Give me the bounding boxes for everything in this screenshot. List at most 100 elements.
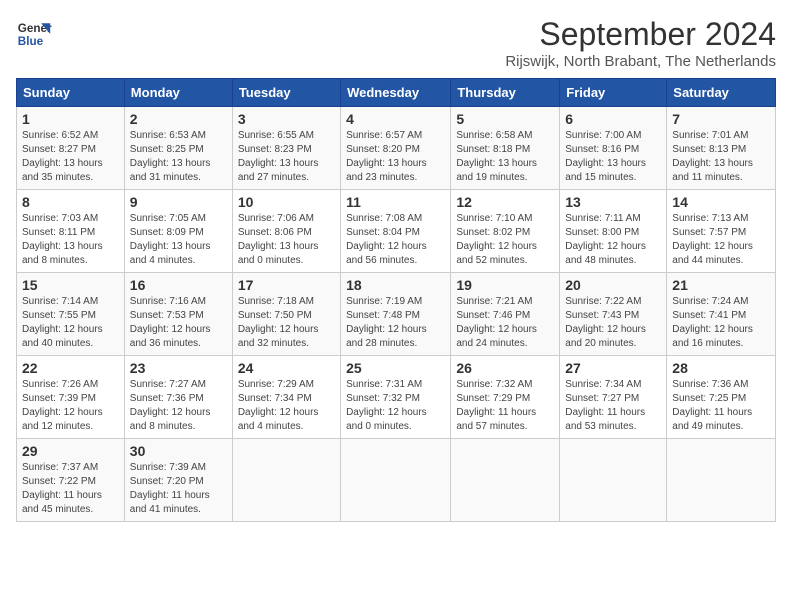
calendar-cell (560, 439, 667, 522)
calendar-cell: 17 Sunrise: 7:18 AMSunset: 7:50 PMDayligh… (232, 273, 340, 356)
calendar-cell: 9 Sunrise: 7:05 AMSunset: 8:09 PMDaylight… (124, 190, 232, 273)
calendar-cell: 2 Sunrise: 6:53 AMSunset: 8:25 PMDaylight… (124, 107, 232, 190)
day-detail: Sunrise: 7:06 AMSunset: 8:06 PMDaylight:… (238, 212, 335, 268)
day-number: 16 (130, 277, 227, 293)
header-wednesday: Wednesday (341, 79, 451, 107)
day-detail: Sunrise: 7:36 AMSunset: 7:25 PMDaylight:… (672, 378, 770, 434)
day-detail: Sunrise: 7:31 AMSunset: 7:32 PMDaylight:… (346, 378, 445, 434)
calendar-cell: 19 Sunrise: 7:21 AMSunset: 7:46 PMDayligh… (451, 273, 560, 356)
calendar-cell: 18 Sunrise: 7:19 AMSunset: 7:48 PMDayligh… (341, 273, 451, 356)
location-subtitle: Rijswijk, North Brabant, The Netherlands (505, 53, 776, 70)
calendar-cell: 14 Sunrise: 7:13 AMSunset: 7:57 PMDayligh… (667, 190, 776, 273)
day-number: 23 (130, 360, 227, 376)
logo-icon: General Blue (16, 16, 52, 52)
day-number: 30 (130, 443, 227, 459)
day-detail: Sunrise: 7:27 AMSunset: 7:36 PMDaylight:… (130, 378, 227, 434)
day-number: 20 (565, 277, 661, 293)
calendar-cell (451, 439, 560, 522)
day-number: 25 (346, 360, 445, 376)
logo: General Blue (16, 16, 52, 52)
calendar-cell: 5 Sunrise: 6:58 AMSunset: 8:18 PMDaylight… (451, 107, 560, 190)
calendar-cell: 26 Sunrise: 7:32 AMSunset: 7:29 PMDayligh… (451, 356, 560, 439)
calendar-cell: 16 Sunrise: 7:16 AMSunset: 7:53 PMDayligh… (124, 273, 232, 356)
day-detail: Sunrise: 7:00 AMSunset: 8:16 PMDaylight:… (565, 129, 661, 185)
day-detail: Sunrise: 7:18 AMSunset: 7:50 PMDaylight:… (238, 295, 335, 351)
day-number: 13 (565, 194, 661, 210)
day-detail: Sunrise: 7:08 AMSunset: 8:04 PMDaylight:… (346, 212, 445, 268)
day-detail: Sunrise: 7:19 AMSunset: 7:48 PMDaylight:… (346, 295, 445, 351)
day-detail: Sunrise: 7:32 AMSunset: 7:29 PMDaylight:… (456, 378, 554, 434)
day-detail: Sunrise: 7:34 AMSunset: 7:27 PMDaylight:… (565, 378, 661, 434)
day-number: 27 (565, 360, 661, 376)
day-detail: Sunrise: 6:57 AMSunset: 8:20 PMDaylight:… (346, 129, 445, 185)
header-monday: Monday (124, 79, 232, 107)
day-detail: Sunrise: 7:13 AMSunset: 7:57 PMDaylight:… (672, 212, 770, 268)
calendar-cell: 25 Sunrise: 7:31 AMSunset: 7:32 PMDayligh… (341, 356, 451, 439)
calendar-week-5: 29Sunrise: 7:37 AMSunset: 7:22 PMDayligh… (17, 439, 776, 522)
calendar-cell: 27 Sunrise: 7:34 AMSunset: 7:27 PMDayligh… (560, 356, 667, 439)
days-header-row: Sunday Monday Tuesday Wednesday Thursday… (17, 79, 776, 107)
day-number: 11 (346, 194, 445, 210)
day-detail: Sunrise: 7:01 AMSunset: 8:13 PMDaylight:… (672, 129, 770, 185)
day-number: 2 (130, 111, 227, 127)
day-number: 22 (22, 360, 119, 376)
day-detail: Sunrise: 6:53 AMSunset: 8:25 PMDaylight:… (130, 129, 227, 185)
calendar-week-2: 8Sunrise: 7:03 AMSunset: 8:11 PMDaylight… (17, 190, 776, 273)
day-detail: Sunrise: 7:05 AMSunset: 8:09 PMDaylight:… (130, 212, 227, 268)
day-number: 3 (238, 111, 335, 127)
calendar-cell (232, 439, 340, 522)
svg-text:Blue: Blue (18, 35, 44, 48)
calendar-cell: 30 Sunrise: 7:39 AMSunset: 7:20 PMDayligh… (124, 439, 232, 522)
header-tuesday: Tuesday (232, 79, 340, 107)
day-number: 26 (456, 360, 554, 376)
calendar-cell: 22 Sunrise: 7:26 AMSunset: 7:39 PMDayligh… (17, 356, 125, 439)
calendar-week-4: 22 Sunrise: 7:26 AMSunset: 7:39 PMDayligh… (17, 356, 776, 439)
day-number: 12 (456, 194, 554, 210)
day-detail: Sunrise: 7:11 AMSunset: 8:00 PMDaylight:… (565, 212, 661, 268)
day-number: 7 (672, 111, 770, 127)
calendar-cell: 8Sunrise: 7:03 AMSunset: 8:11 PMDaylight… (17, 190, 125, 273)
day-detail: Sunrise: 7:26 AMSunset: 7:39 PMDaylight:… (22, 378, 119, 434)
day-number: 18 (346, 277, 445, 293)
day-detail: Sunrise: 7:24 AMSunset: 7:41 PMDaylight:… (672, 295, 770, 351)
calendar-cell: 1 Sunrise: 6:52 AMSunset: 8:27 PMDaylight… (17, 107, 125, 190)
header-saturday: Saturday (667, 79, 776, 107)
calendar-cell: 21 Sunrise: 7:24 AMSunset: 7:41 PMDayligh… (667, 273, 776, 356)
calendar-cell: 24Sunrise: 7:29 AMSunset: 7:34 PMDayligh… (232, 356, 340, 439)
header-thursday: Thursday (451, 79, 560, 107)
day-detail: Sunrise: 7:39 AMSunset: 7:20 PMDaylight:… (130, 461, 227, 517)
calendar-cell: 3 Sunrise: 6:55 AMSunset: 8:23 PMDaylight… (232, 107, 340, 190)
day-number: 15 (22, 277, 119, 293)
calendar-cell (341, 439, 451, 522)
day-detail: Sunrise: 6:52 AMSunset: 8:27 PMDaylight:… (22, 129, 119, 185)
header-friday: Friday (560, 79, 667, 107)
day-number: 9 (130, 194, 227, 210)
day-detail: Sunrise: 6:58 AMSunset: 8:18 PMDaylight:… (456, 129, 554, 185)
calendar-cell: 23 Sunrise: 7:27 AMSunset: 7:36 PMDayligh… (124, 356, 232, 439)
day-detail: Sunrise: 7:22 AMSunset: 7:43 PMDaylight:… (565, 295, 661, 351)
day-number: 21 (672, 277, 770, 293)
day-number: 14 (672, 194, 770, 210)
calendar-week-1: 1 Sunrise: 6:52 AMSunset: 8:27 PMDaylight… (17, 107, 776, 190)
day-number: 6 (565, 111, 661, 127)
day-detail: Sunrise: 7:10 AMSunset: 8:02 PMDaylight:… (456, 212, 554, 268)
calendar-cell: 13 Sunrise: 7:11 AMSunset: 8:00 PMDayligh… (560, 190, 667, 273)
calendar-cell: 4Sunrise: 6:57 AMSunset: 8:20 PMDaylight… (341, 107, 451, 190)
calendar-cell (667, 439, 776, 522)
day-detail: Sunrise: 7:29 AMSunset: 7:34 PMDaylight:… (238, 378, 335, 434)
day-detail: Sunrise: 6:55 AMSunset: 8:23 PMDaylight:… (238, 129, 335, 185)
header-sunday: Sunday (17, 79, 125, 107)
day-number: 1 (22, 111, 119, 127)
day-number: 28 (672, 360, 770, 376)
calendar-cell: 7 Sunrise: 7:01 AMSunset: 8:13 PMDaylight… (667, 107, 776, 190)
day-number: 19 (456, 277, 554, 293)
day-detail: Sunrise: 7:03 AMSunset: 8:11 PMDaylight:… (22, 212, 119, 268)
day-number: 29 (22, 443, 119, 459)
day-detail: Sunrise: 7:16 AMSunset: 7:53 PMDaylight:… (130, 295, 227, 351)
month-title: September 2024 (505, 16, 776, 53)
day-number: 5 (456, 111, 554, 127)
day-detail: Sunrise: 7:21 AMSunset: 7:46 PMDaylight:… (456, 295, 554, 351)
day-number: 17 (238, 277, 335, 293)
day-number: 10 (238, 194, 335, 210)
calendar-cell: 10 Sunrise: 7:06 AMSunset: 8:06 PMDayligh… (232, 190, 340, 273)
